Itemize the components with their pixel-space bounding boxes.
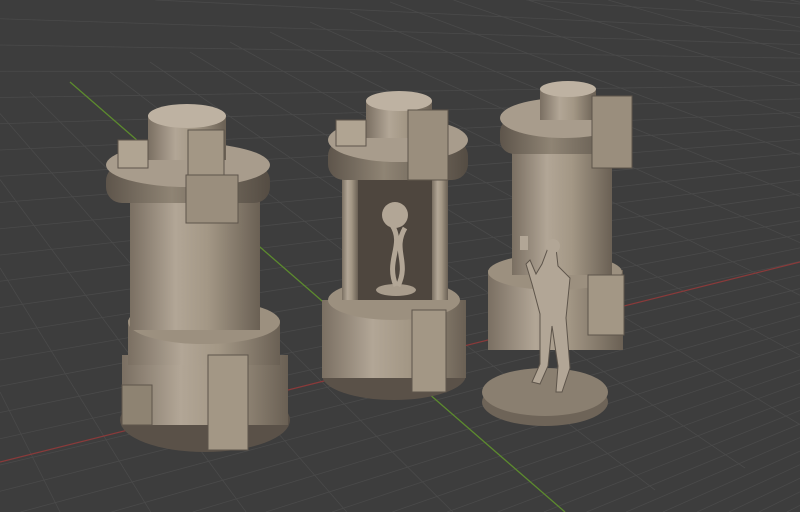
3d-viewport[interactable] (0, 0, 800, 512)
grid-line (790, 0, 800, 3)
capsule-tank-2-with-plant[interactable] (322, 91, 468, 400)
grid-line (0, 70, 800, 73)
grid-line (0, 18, 800, 46)
grid-line (786, 504, 800, 512)
grid-line (155, 0, 800, 32)
grid-line (526, 0, 800, 18)
viewport-canvas[interactable] (0, 0, 800, 512)
grid-line (728, 477, 800, 512)
grid-line (0, 44, 800, 59)
grid-line (696, 464, 800, 512)
capsule-tank-1[interactable] (106, 104, 290, 452)
grid-line (662, 450, 800, 512)
grid-line (0, 391, 61, 512)
grid-line (608, 0, 800, 56)
grid-line (695, 0, 800, 28)
grid-line (626, 437, 800, 512)
